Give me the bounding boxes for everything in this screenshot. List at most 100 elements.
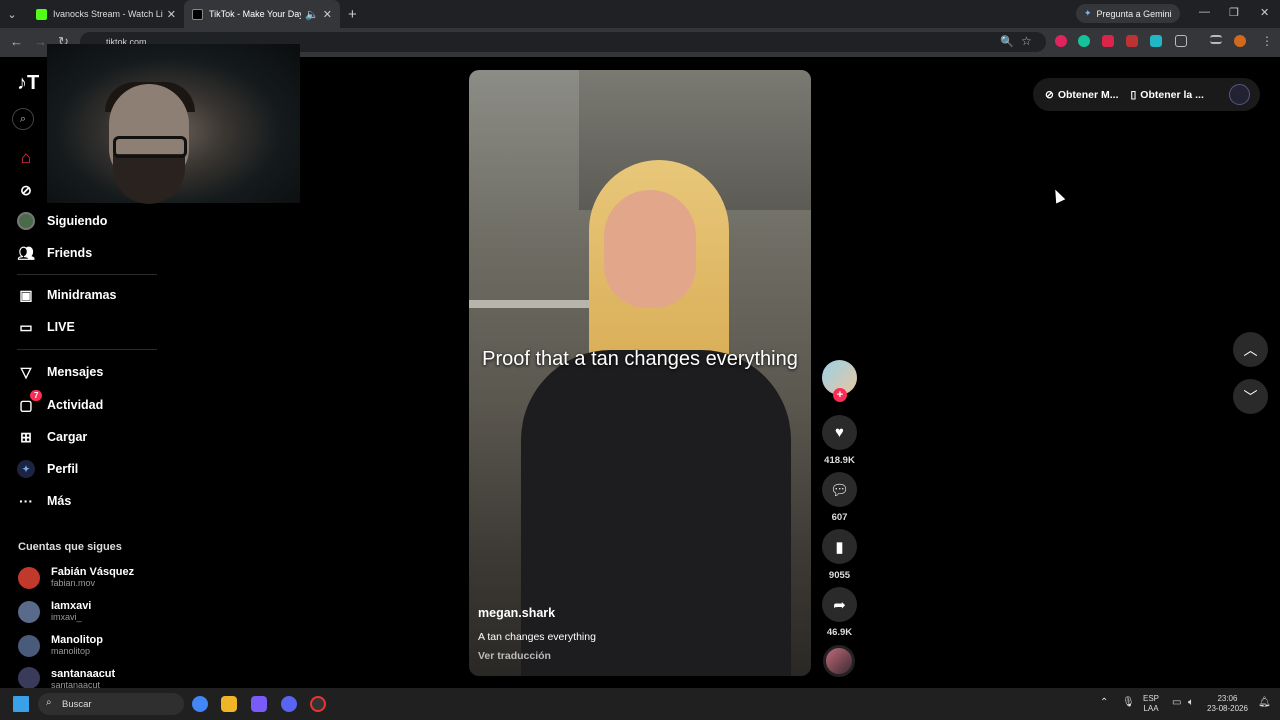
sidebar-item-explore[interactable]: ⊘	[17, 181, 47, 199]
messages-icon: ▽	[20, 363, 32, 380]
friends-icon: 👥︎	[17, 244, 35, 261]
close-tab-icon[interactable]: ✕	[323, 8, 332, 21]
profile-avatar-icon[interactable]	[1234, 35, 1246, 47]
copilot-icon[interactable]	[251, 696, 267, 712]
obs-icon[interactable]	[310, 696, 326, 712]
close-tab-icon[interactable]: ✕	[167, 8, 176, 21]
bookmark-icon: ▮	[835, 538, 844, 556]
forward-icon[interactable]: →	[34, 34, 47, 49]
comment-icon: 💬︎	[829, 481, 850, 499]
sidebar-item-friends[interactable]: 👥︎ Friends	[17, 244, 92, 262]
get-app-button[interactable]: ▯ Obtener la ...	[1119, 89, 1204, 101]
save-button[interactable]: ▮	[822, 529, 857, 564]
clock-date: 23-08-2026	[1207, 704, 1248, 713]
minimize-icon[interactable]: —	[1199, 6, 1210, 18]
tab-audio-icon[interactable]: 🔈	[305, 8, 319, 21]
share-icon: ➦	[833, 596, 846, 614]
sidebar-item-label: Minidramas	[47, 288, 117, 302]
translate-extension-icon[interactable]	[1150, 35, 1162, 47]
windows-start-icon[interactable]	[13, 696, 29, 712]
video-player[interactable]: Proof that a tan changes everything mega…	[469, 70, 811, 676]
language-indicator[interactable]: ESP LAA	[1143, 694, 1159, 714]
next-video-button[interactable]: ﹀	[1233, 379, 1268, 414]
compass-icon: ⊘	[20, 181, 32, 198]
clock[interactable]: 23:06 23-08-2026	[1207, 694, 1248, 714]
close-window-icon[interactable]: ✕	[1260, 6, 1269, 19]
volume-icon[interactable]: 🔈︎	[1188, 698, 1194, 708]
extension-tp-icon[interactable]	[1126, 35, 1138, 47]
account-name: Manolitop	[51, 634, 103, 646]
sidebar-item-activity[interactable]: ▢ 7 Actividad	[17, 390, 104, 414]
sidebar-item-following[interactable]: Siguiendo	[17, 212, 107, 230]
logo-text: T	[27, 72, 40, 94]
account-item[interactable]: Fabián Vásquez fabian.mov	[18, 566, 134, 589]
music-disc-icon[interactable]	[823, 645, 855, 677]
upload-icon: ⊞	[20, 428, 32, 445]
microphone-icon[interactable]: 🎙︎	[1122, 698, 1135, 708]
back-icon[interactable]: ←	[10, 34, 23, 49]
sidebar-item-label: Mensajes	[47, 365, 104, 379]
get-coins-button[interactable]: ⊘ Obtener M...	[1033, 89, 1119, 101]
share-button[interactable]: ➦	[822, 587, 857, 622]
reading-list-icon[interactable]	[1210, 35, 1222, 44]
follow-plus-icon[interactable]: +	[833, 388, 847, 402]
new-tab-button[interactable]: +	[348, 6, 357, 23]
sidebar-item-label: Actividad	[47, 398, 104, 412]
translate-link[interactable]: Ver traducción	[478, 650, 551, 662]
sidebar-item-label: Cargar	[47, 430, 88, 444]
bookmark-star-icon[interactable]: ☆	[1021, 34, 1032, 48]
account-item[interactable]: Manolitop manolitop	[18, 634, 103, 657]
chrome-taskbar-icon[interactable]	[192, 696, 208, 712]
zoom-icon[interactable]: 🔍	[1000, 35, 1014, 48]
notifications-icon[interactable]: 🔔︎	[1258, 698, 1271, 708]
like-button[interactable]: ♥	[822, 415, 857, 450]
get-app-label: Obtener la ...	[1140, 88, 1204, 101]
chevron-up-icon: ︿	[1243, 341, 1258, 358]
extension-red-icon[interactable]	[1055, 35, 1067, 47]
sidebar-item-label: Siguiendo	[47, 214, 108, 228]
tiktok-logo[interactable]: ♪T	[17, 72, 39, 95]
taskbar-search-text: Buscar	[62, 698, 92, 710]
divider	[17, 349, 157, 350]
restore-icon[interactable]: ❐	[1229, 6, 1239, 19]
account-handle: imxavi_	[51, 612, 82, 622]
video-username[interactable]: megan.shark	[478, 606, 555, 620]
tray-overflow-icon[interactable]: ⌃	[1100, 698, 1108, 708]
sidebar-item-label: LIVE	[47, 320, 75, 334]
chrome-menu-icon[interactable]: ⋮	[1261, 34, 1273, 48]
search-icon[interactable]: ⌕	[12, 108, 34, 130]
extensions-puzzle-icon[interactable]	[1175, 35, 1187, 47]
account-handle: manolitop	[51, 646, 91, 656]
chevron-down-icon: ﹀	[1243, 388, 1258, 405]
tab-search-dropdown-icon[interactable]: ⌄	[0, 0, 24, 28]
file-explorer-icon[interactable]	[221, 696, 237, 712]
grammarly-icon[interactable]	[1078, 35, 1090, 47]
account-item[interactable]: santanaacut santanaacut	[18, 667, 115, 689]
taskbar-search[interactable]: Buscar	[38, 693, 184, 715]
avatar	[18, 600, 40, 623]
sidebar-item-profile[interactable]: ✦ Perfil	[17, 460, 78, 478]
avatar	[18, 667, 40, 689]
discord-icon[interactable]	[281, 696, 297, 712]
sidebar-item-label: Perfil	[47, 462, 79, 476]
avatar	[18, 566, 40, 589]
sidebar-item-messages[interactable]: ▽ Mensajes	[17, 363, 104, 381]
video-person-face	[604, 190, 696, 308]
adblock-icon[interactable]	[1102, 35, 1114, 47]
account-item[interactable]: Iamxavi imxavi_	[18, 600, 91, 623]
sidebar-item-live[interactable]: ▭ LIVE	[17, 318, 75, 336]
previous-video-button[interactable]: ︿	[1233, 332, 1268, 367]
tab-ivanocks[interactable]: Ivanocks Stream - Watch Live o ✕	[28, 0, 184, 28]
video-description: A tan changes everything	[478, 631, 596, 643]
gemini-button[interactable]: ✦ Pregunta a Gemini	[1076, 4, 1180, 23]
sidebar-item-upload[interactable]: ⊞ Cargar	[17, 428, 87, 446]
minidramas-icon: ▣	[19, 286, 33, 303]
user-avatar[interactable]	[1229, 84, 1250, 105]
account-handle: fabian.mov	[51, 578, 96, 588]
sidebar-item-home[interactable]: ⌂	[17, 148, 47, 167]
sidebar-item-minidramas[interactable]: ▣ Minidramas	[17, 286, 116, 304]
comment-button[interactable]: 💬︎	[822, 472, 857, 507]
tab-tiktok[interactable]: TikTok - Make Your Day 🔈 ✕	[184, 0, 340, 28]
network-icon[interactable]: ▭	[1172, 698, 1181, 708]
sidebar-item-more[interactable]: ··· Más	[17, 492, 71, 510]
